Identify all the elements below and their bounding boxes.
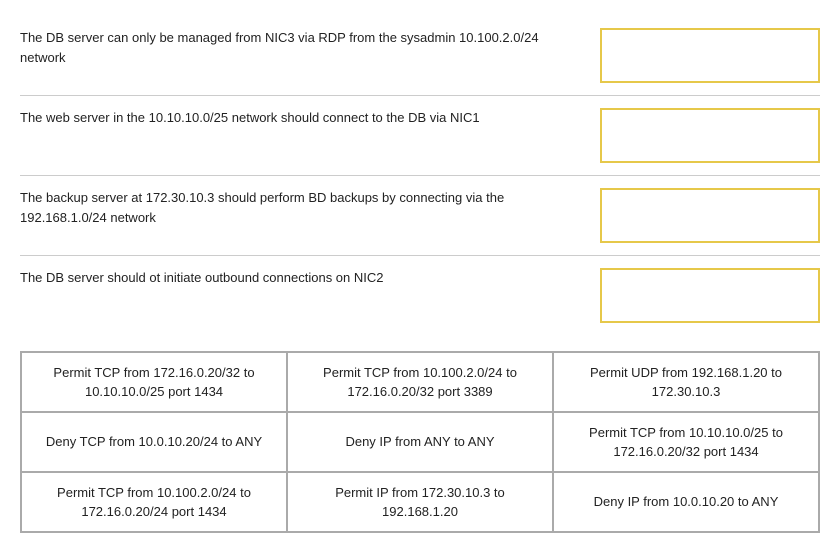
- scenario-row-1: The DB server can only be managed from N…: [20, 20, 820, 91]
- answer-cell-5[interactable]: Deny IP from ANY to ANY: [287, 412, 553, 472]
- answer-label-7: Permit TCP from 10.100.2.0/24 to 172.16.…: [32, 483, 276, 522]
- scenarios-section: The DB server can only be managed from N…: [20, 20, 820, 331]
- scenario-label-4: The DB server should ot initiate outboun…: [20, 270, 384, 285]
- answer-cell-3[interactable]: Permit UDP from 192.168.1.20 to 172.30.1…: [553, 352, 819, 412]
- answer-label-4: Deny TCP from 10.0.10.20/24 to ANY: [46, 432, 262, 452]
- main-container: The DB server can only be managed from N…: [20, 20, 820, 533]
- answer-label-1: Permit TCP from 172.16.0.20/32 to 10.10.…: [32, 363, 276, 402]
- answer-label-6: Permit TCP from 10.10.10.0/25 to 172.16.…: [564, 423, 808, 462]
- scenario-text-1: The DB server can only be managed from N…: [20, 28, 600, 83]
- answer-cell-7[interactable]: Permit TCP from 10.100.2.0/24 to 172.16.…: [21, 472, 287, 532]
- scenario-row-3: The backup server at 172.30.10.3 should …: [20, 180, 820, 251]
- scenario-answer-box-3[interactable]: [600, 188, 820, 243]
- divider-3: [20, 255, 820, 256]
- scenario-label-3: The backup server at 172.30.10.3 should …: [20, 190, 504, 225]
- answer-cell-9[interactable]: Deny IP from 10.0.10.20 to ANY: [553, 472, 819, 532]
- answer-label-5: Deny IP from ANY to ANY: [345, 432, 494, 452]
- answer-cell-8[interactable]: Permit IP from 172.30.10.3 to 192.168.1.…: [287, 472, 553, 532]
- scenario-text-2: The web server in the 10.10.10.0/25 netw…: [20, 108, 600, 163]
- scenario-row-4: The DB server should ot initiate outboun…: [20, 260, 820, 331]
- answers-grid: Permit TCP from 172.16.0.20/32 to 10.10.…: [20, 351, 820, 533]
- answer-cell-4[interactable]: Deny TCP from 10.0.10.20/24 to ANY: [21, 412, 287, 472]
- scenario-text-3: The backup server at 172.30.10.3 should …: [20, 188, 600, 243]
- scenario-answer-box-1[interactable]: [600, 28, 820, 83]
- divider-2: [20, 175, 820, 176]
- scenario-label-2: The web server in the 10.10.10.0/25 netw…: [20, 110, 480, 125]
- scenario-answer-box-4[interactable]: [600, 268, 820, 323]
- divider-1: [20, 95, 820, 96]
- answer-cell-6[interactable]: Permit TCP from 10.10.10.0/25 to 172.16.…: [553, 412, 819, 472]
- answer-label-2: Permit TCP from 10.100.2.0/24 to 172.16.…: [298, 363, 542, 402]
- answer-label-8: Permit IP from 172.30.10.3 to 192.168.1.…: [298, 483, 542, 522]
- answer-label-9: Deny IP from 10.0.10.20 to ANY: [594, 492, 779, 512]
- scenario-text-4: The DB server should ot initiate outboun…: [20, 268, 600, 323]
- scenario-label-1: The DB server can only be managed from N…: [20, 30, 539, 65]
- scenario-row-2: The web server in the 10.10.10.0/25 netw…: [20, 100, 820, 171]
- answer-cell-1[interactable]: Permit TCP from 172.16.0.20/32 to 10.10.…: [21, 352, 287, 412]
- answer-cell-2[interactable]: Permit TCP from 10.100.2.0/24 to 172.16.…: [287, 352, 553, 412]
- scenario-answer-box-2[interactable]: [600, 108, 820, 163]
- answer-label-3: Permit UDP from 192.168.1.20 to 172.30.1…: [564, 363, 808, 402]
